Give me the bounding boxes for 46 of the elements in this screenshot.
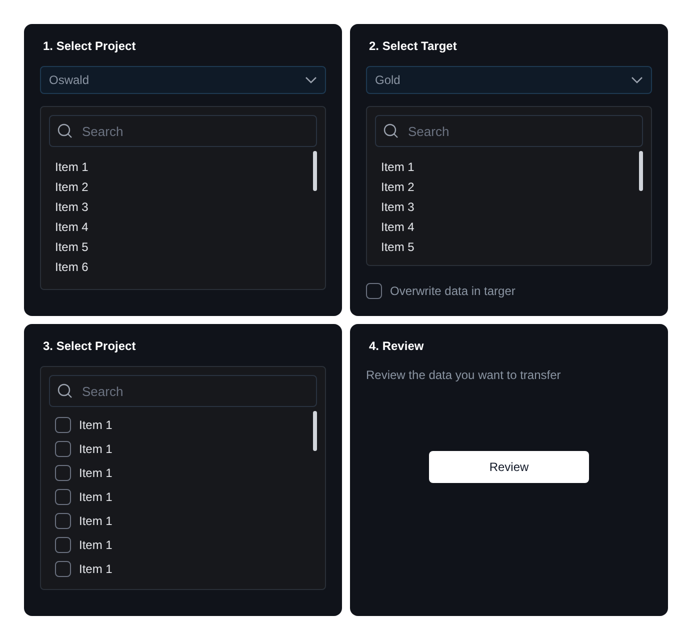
scrollbar-thumb[interactable] bbox=[313, 411, 317, 451]
list-item[interactable]: Item 3 bbox=[381, 197, 414, 217]
dropdown[interactable]: Gold bbox=[366, 66, 652, 94]
checkbox[interactable] bbox=[55, 417, 71, 433]
list-item[interactable]: Item 4 bbox=[55, 217, 88, 237]
list-item[interactable]: Item 1 bbox=[79, 440, 112, 458]
review-button[interactable]: Review bbox=[429, 451, 589, 483]
checkbox-label: Overwrite data in targer bbox=[390, 283, 516, 300]
checkbox[interactable] bbox=[366, 283, 382, 299]
list-item[interactable]: Item 1 bbox=[79, 416, 112, 434]
search-icon bbox=[383, 123, 399, 139]
list-item[interactable]: Item 1 bbox=[381, 157, 414, 177]
list-item[interactable]: Item 1 bbox=[79, 512, 112, 530]
checkbox[interactable] bbox=[55, 489, 71, 505]
checkbox[interactable] bbox=[55, 465, 71, 481]
list-item[interactable]: Item 6 bbox=[55, 257, 88, 277]
checkbox[interactable] bbox=[55, 537, 71, 553]
checkbox[interactable] bbox=[55, 513, 71, 529]
search-field[interactable]: Search bbox=[375, 115, 643, 147]
scrollbar-thumb[interactable] bbox=[313, 151, 317, 191]
scrollbar-thumb[interactable] bbox=[639, 151, 643, 191]
search-field[interactable]: Search bbox=[49, 115, 317, 147]
checkbox[interactable] bbox=[55, 561, 71, 577]
panel-title: 2. Select Target bbox=[368, 38, 457, 54]
list-item[interactable]: Item 3 bbox=[55, 197, 88, 217]
search-icon bbox=[57, 123, 73, 139]
dropdown[interactable]: Oswald bbox=[40, 66, 326, 94]
search-field[interactable]: Search bbox=[49, 375, 317, 407]
panel-description: Review the data you want to transfer bbox=[366, 367, 562, 384]
list-item[interactable]: Item 1 bbox=[79, 488, 112, 506]
list-item[interactable]: Item 5 bbox=[381, 237, 414, 257]
panel-title: 4. Review bbox=[368, 338, 424, 354]
list-item[interactable]: Item 1 bbox=[79, 464, 112, 482]
list-item[interactable]: Item 1 bbox=[55, 157, 88, 177]
list-item[interactable]: Item 5 bbox=[55, 237, 88, 257]
search-icon bbox=[57, 383, 73, 399]
checkbox[interactable] bbox=[55, 441, 71, 457]
chevron-down-icon bbox=[631, 76, 643, 84]
list-item[interactable]: Item 1 bbox=[79, 536, 112, 554]
panel-title: 3. Select Project bbox=[42, 338, 136, 354]
panel-title: 1. Select Project bbox=[42, 38, 136, 54]
list-item[interactable]: Item 2 bbox=[55, 177, 88, 197]
list-item[interactable]: Item 4 bbox=[381, 217, 414, 237]
list-item[interactable]: Item 1 bbox=[79, 560, 112, 578]
list-item[interactable]: Item 2 bbox=[381, 177, 414, 197]
chevron-down-icon bbox=[305, 76, 317, 84]
